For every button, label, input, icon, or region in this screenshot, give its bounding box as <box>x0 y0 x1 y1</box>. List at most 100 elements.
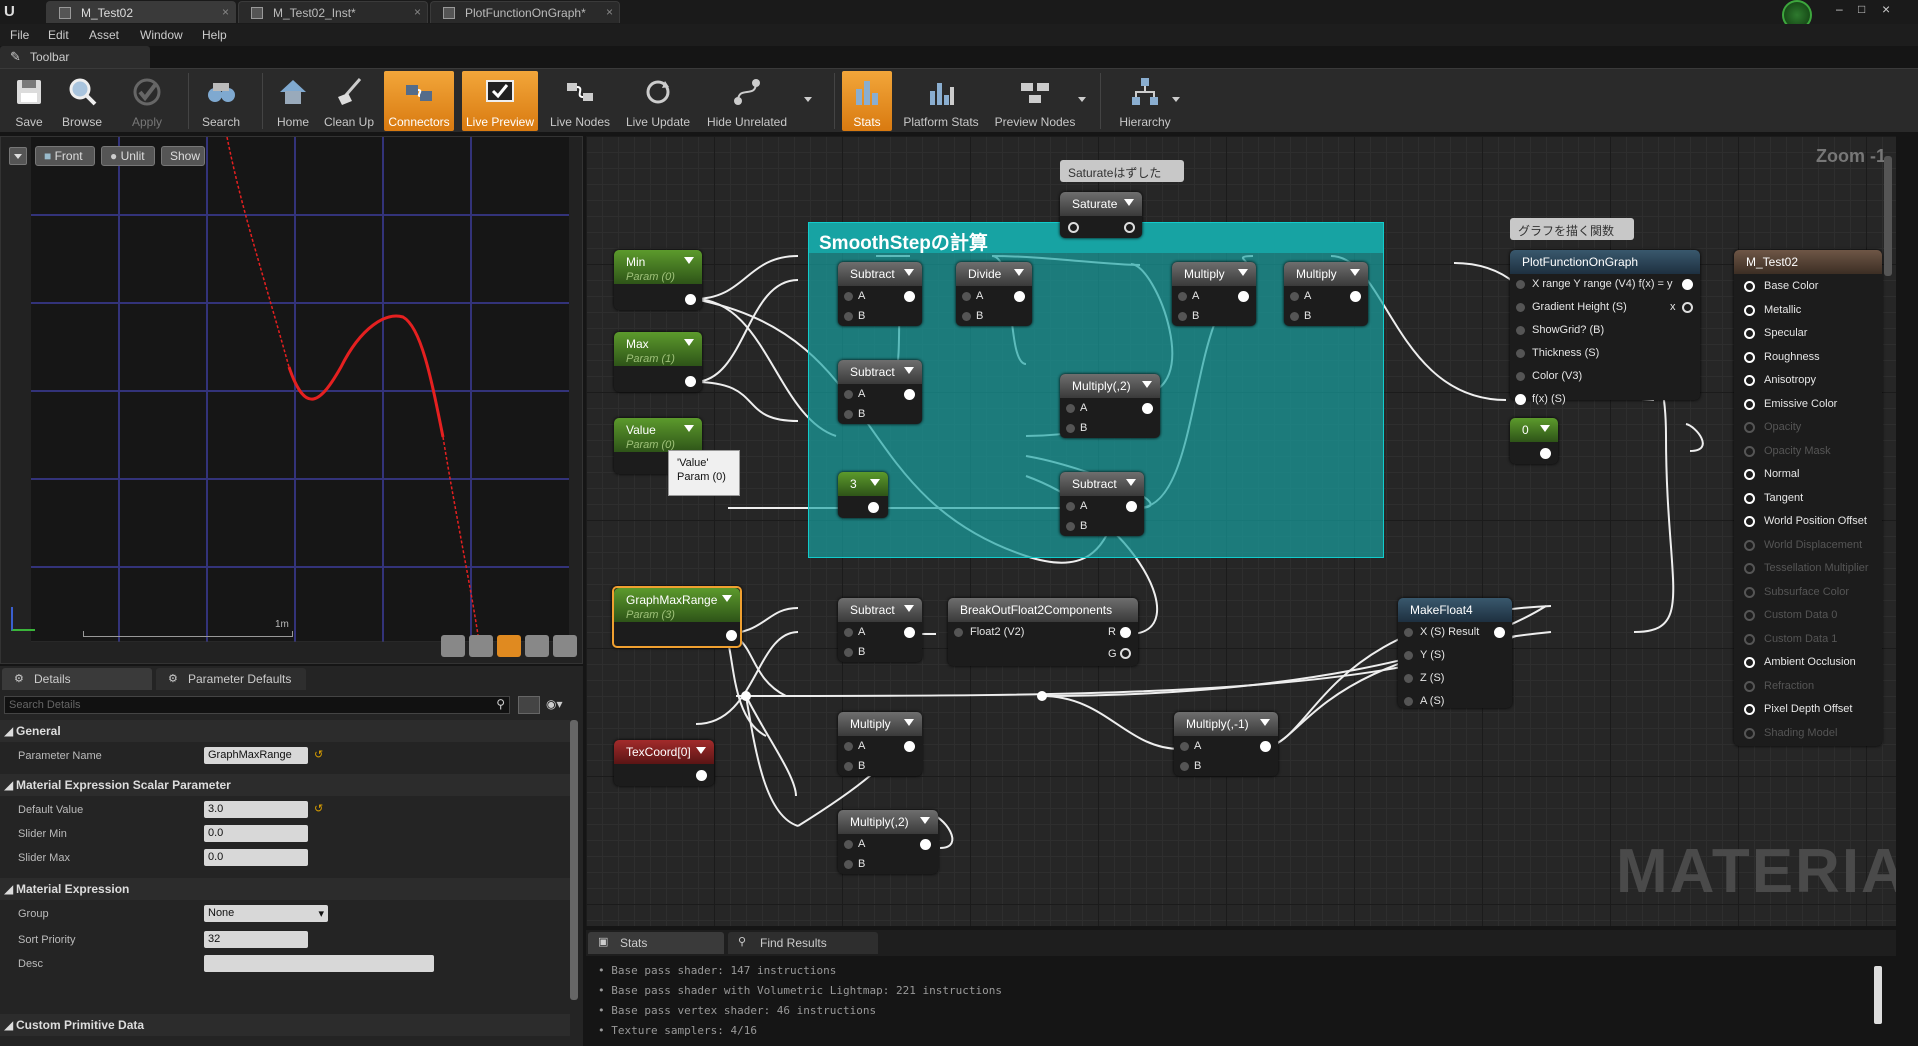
menu-edit[interactable]: Edit <box>48 28 69 42</box>
input-pin-x[interactable] <box>1404 628 1413 637</box>
save-button[interactable]: Save <box>4 71 54 131</box>
output-pin[interactable] <box>1124 222 1135 233</box>
output-pin[interactable] <box>726 630 737 641</box>
live-nodes-button[interactable]: Live Nodes <box>546 71 614 131</box>
input-pin[interactable] <box>1744 492 1755 504</box>
node-material-result[interactable]: M_Test02 Base Color Metallic Specular Rough… <box>1734 250 1882 746</box>
node-graph-max-range[interactable]: GraphMaxRange Param (3) <box>612 586 742 648</box>
menu-help[interactable]: Help <box>202 28 227 42</box>
input-pin-b[interactable] <box>1180 762 1189 771</box>
input-pin[interactable] <box>1744 727 1755 739</box>
node-multiply-neg1[interactable]: Multiply(,-1) A B <box>1174 712 1278 776</box>
chevron-down-icon[interactable] <box>804 97 812 102</box>
output-pin[interactable] <box>1260 741 1271 752</box>
input-pin-range[interactable] <box>1516 280 1525 289</box>
input-pin-b[interactable] <box>962 312 971 321</box>
input-pin-a[interactable] <box>844 628 853 637</box>
chevron-down-icon[interactable] <box>920 817 930 824</box>
input-pin[interactable] <box>1744 586 1755 598</box>
home-button[interactable]: Home <box>268 71 318 131</box>
search-details-input[interactable]: Search Details ⚲ <box>4 696 510 714</box>
input-pin-a[interactable] <box>844 292 853 301</box>
output-pin[interactable] <box>904 291 915 302</box>
input-pin-b[interactable] <box>1066 522 1075 531</box>
show-button[interactable]: Show <box>161 146 205 166</box>
menu-asset[interactable]: Asset <box>89 28 119 42</box>
chevron-down-icon[interactable] <box>904 367 914 374</box>
input-pin-a[interactable] <box>962 292 971 301</box>
input-pin[interactable] <box>1744 304 1755 316</box>
output-pin[interactable] <box>1494 627 1505 638</box>
parameter-defaults-tab[interactable]: ⚙ Parameter Defaults <box>156 668 306 690</box>
input-pin[interactable] <box>1744 422 1755 433</box>
output-pin[interactable] <box>904 741 915 752</box>
slider-min-field[interactable]: 0.0 <box>204 825 308 842</box>
find-results-tab[interactable]: ⚲ Find Results <box>728 932 878 954</box>
input-pin[interactable] <box>1744 516 1755 527</box>
node-multiply-3[interactable]: Multiply A B <box>838 712 922 776</box>
graph-scrollbar[interactable] <box>1884 156 1892 276</box>
output-pin[interactable] <box>685 376 696 387</box>
input-pin-a[interactable] <box>1404 697 1413 706</box>
input-pin-a[interactable] <box>1066 502 1075 511</box>
reset-icon[interactable]: ↺ <box>314 802 323 815</box>
section-scalar-parameter[interactable]: ◢ Material Expression Scalar Parameter <box>0 774 570 796</box>
output-pin-r[interactable] <box>1120 627 1131 638</box>
input-pin[interactable] <box>1744 610 1755 621</box>
input-pin-a[interactable] <box>844 840 853 849</box>
preview-cylinder-button[interactable] <box>441 635 465 657</box>
default-value-field[interactable]: 3.0 <box>204 801 308 818</box>
input-pin-fx[interactable] <box>1515 394 1526 405</box>
maximize-button[interactable]: □ <box>1858 2 1872 16</box>
input-pin-gradient[interactable] <box>1516 303 1525 312</box>
tab-plot-function[interactable]: PlotFunctionOnGraph* × <box>430 1 620 23</box>
section-general[interactable]: ◢ General <box>0 720 570 742</box>
chevron-down-icon[interactable] <box>1126 479 1136 486</box>
node-multiply-2[interactable]: Multiply A B <box>1284 262 1368 326</box>
output-pin[interactable] <box>1238 291 1249 302</box>
node-max[interactable]: Max Param (1) <box>614 332 702 392</box>
node-multiply-by-2[interactable]: Multiply(,2) A B <box>1060 374 1160 438</box>
parameter-name-field[interactable]: GraphMaxRange <box>204 747 308 764</box>
search-button[interactable]: Search <box>196 71 246 131</box>
input-pin-b[interactable] <box>844 648 853 657</box>
toolbar-tab[interactable]: ✎ Toolbar <box>0 46 150 68</box>
input-pin[interactable] <box>1744 445 1755 457</box>
input-pin-b[interactable] <box>844 860 853 869</box>
output-pin[interactable] <box>1682 279 1693 290</box>
menu-file[interactable]: File <box>10 28 29 42</box>
chevron-down-icon[interactable] <box>1078 97 1086 102</box>
output-pin[interactable] <box>696 770 707 781</box>
desc-field[interactable] <box>204 955 434 972</box>
live-update-button[interactable]: Live Update <box>620 71 696 131</box>
apply-button[interactable]: Apply <box>122 71 172 131</box>
input-pin[interactable] <box>1744 539 1755 551</box>
output-pin[interactable] <box>920 839 931 850</box>
hierarchy-button[interactable]: Hierarchy <box>1110 71 1180 131</box>
input-pin-showgrid[interactable] <box>1516 326 1525 335</box>
node-subtract-2[interactable]: Subtract A B <box>838 360 922 424</box>
browse-button[interactable]: Browse <box>56 71 108 131</box>
close-icon[interactable]: × <box>606 5 613 19</box>
input-pin[interactable] <box>1744 469 1755 480</box>
cleanup-button[interactable]: Clean Up <box>320 71 378 131</box>
node-constant-3[interactable]: 3 <box>838 472 888 518</box>
chevron-down-icon[interactable] <box>1014 269 1024 276</box>
chevron-down-icon[interactable] <box>904 269 914 276</box>
preview-nodes-button[interactable]: Preview Nodes <box>990 71 1080 131</box>
slider-max-field[interactable]: 0.0 <box>204 849 308 866</box>
unlit-mode-button[interactable]: ● Unlit <box>101 146 155 166</box>
live-preview-button[interactable]: Live Preview <box>462 71 538 131</box>
node-subtract-3[interactable]: Subtract A B <box>1060 472 1144 536</box>
chevron-down-icon[interactable] <box>1350 269 1360 276</box>
output-pin[interactable] <box>1014 291 1025 302</box>
input-pin-b[interactable] <box>1066 424 1075 433</box>
input-pin-b[interactable] <box>844 410 853 419</box>
view-options-button[interactable] <box>518 696 540 714</box>
chevron-down-icon[interactable] <box>1172 97 1180 102</box>
tab-m-test02[interactable]: M_Test02 × <box>46 1 236 23</box>
node-subtract-1[interactable]: Subtract A B <box>838 262 922 326</box>
chevron-down-icon[interactable] <box>684 339 694 346</box>
output-pin-g[interactable] <box>1120 648 1131 659</box>
output-pin[interactable] <box>1350 291 1361 302</box>
